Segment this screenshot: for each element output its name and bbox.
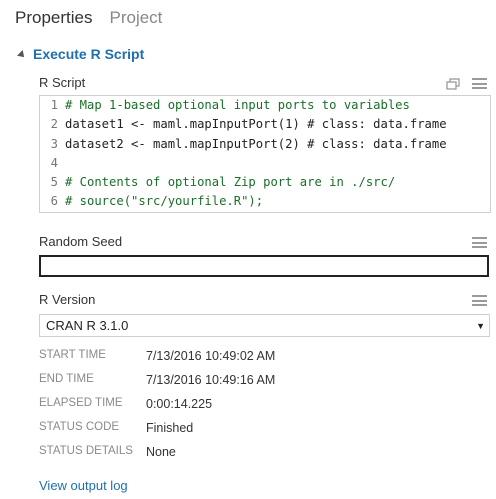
popout-icon[interactable] [446, 78, 460, 90]
panel-tabs: Properties Project [15, 8, 162, 28]
line-number: 1 [50, 98, 58, 112]
section-title: Execute R Script [33, 46, 145, 62]
code-line: 5 # Contents of optional Zip port are in … [40, 173, 490, 192]
random-seed-input[interactable] [39, 255, 489, 277]
code-line: 4 [40, 154, 490, 173]
r-version-selected: CRAN R 3.1.0 [46, 318, 129, 333]
line-number: 3 [50, 136, 58, 151]
tab-project[interactable]: Project [109, 8, 162, 28]
meta-row-status-details: STATUS DETAILS None [39, 445, 176, 459]
code-line: 2 dataset1 <- maml.mapInputPort(1) # clas… [40, 115, 490, 134]
r-script-menu-icon[interactable] [472, 78, 487, 89]
meta-key: START TIME [39, 349, 106, 361]
code-text: dataset1 <- maml.mapInputPort(1) # class… [65, 117, 447, 132]
view-output-log-link[interactable]: View output log [39, 478, 128, 493]
chevron-down-icon: ▼ [476, 320, 485, 331]
line-number: 2 [50, 117, 58, 132]
code-line: 1 # Map 1-based optional input ports to v… [40, 96, 490, 115]
code-line: 6 # source("src/yourfile.R"); [40, 192, 490, 211]
code-text: dataset2 <- maml.mapInputPort(2) # class… [65, 136, 447, 151]
meta-value: Finished [146, 421, 194, 435]
random-seed-menu-icon[interactable] [472, 237, 487, 248]
code-line: 3 dataset2 <- maml.mapInputPort(2) # clas… [40, 135, 490, 154]
meta-row-elapsed-time: ELAPSED TIME 0:00:14.225 [39, 397, 212, 411]
code-text: # Contents of optional Zip port are in .… [65, 175, 396, 190]
meta-row-status-code: STATUS CODE Finished [39, 421, 193, 435]
meta-key: ELAPSED TIME [39, 397, 123, 409]
line-number: 6 [50, 194, 58, 209]
r-script-label: R Script [39, 75, 86, 90]
tab-properties[interactable]: Properties [15, 8, 92, 28]
line-number: 5 [50, 175, 58, 190]
caret-down-icon [17, 50, 27, 60]
meta-key: STATUS CODE [39, 421, 120, 433]
r-version-menu-icon[interactable] [472, 295, 487, 306]
r-version-select[interactable]: CRAN R 3.1.0 ▼ [39, 314, 490, 337]
meta-value: 0:00:14.225 [146, 397, 213, 411]
line-number: 4 [50, 155, 58, 170]
meta-key: STATUS DETAILS [39, 445, 133, 457]
meta-row-start-time: START TIME 7/13/2016 10:49:02 AM [39, 349, 275, 363]
meta-value: 7/13/2016 10:49:02 AM [146, 349, 276, 363]
r-script-editor[interactable]: 1 # Map 1-based optional input ports to v… [39, 95, 491, 213]
random-seed-label: Random Seed [39, 234, 123, 249]
meta-row-end-time: END TIME 7/13/2016 10:49:16 AM [39, 373, 275, 387]
section-header-execute-r-script[interactable]: Execute R Script [17, 46, 145, 62]
code-text: # source("src/yourfile.R"); [65, 194, 264, 209]
meta-value: 7/13/2016 10:49:16 AM [146, 373, 276, 387]
meta-value: None [146, 445, 176, 459]
r-version-label: R Version [39, 292, 96, 307]
code-text: # Map 1-based optional input ports to va… [65, 98, 410, 112]
meta-key: END TIME [39, 373, 94, 385]
